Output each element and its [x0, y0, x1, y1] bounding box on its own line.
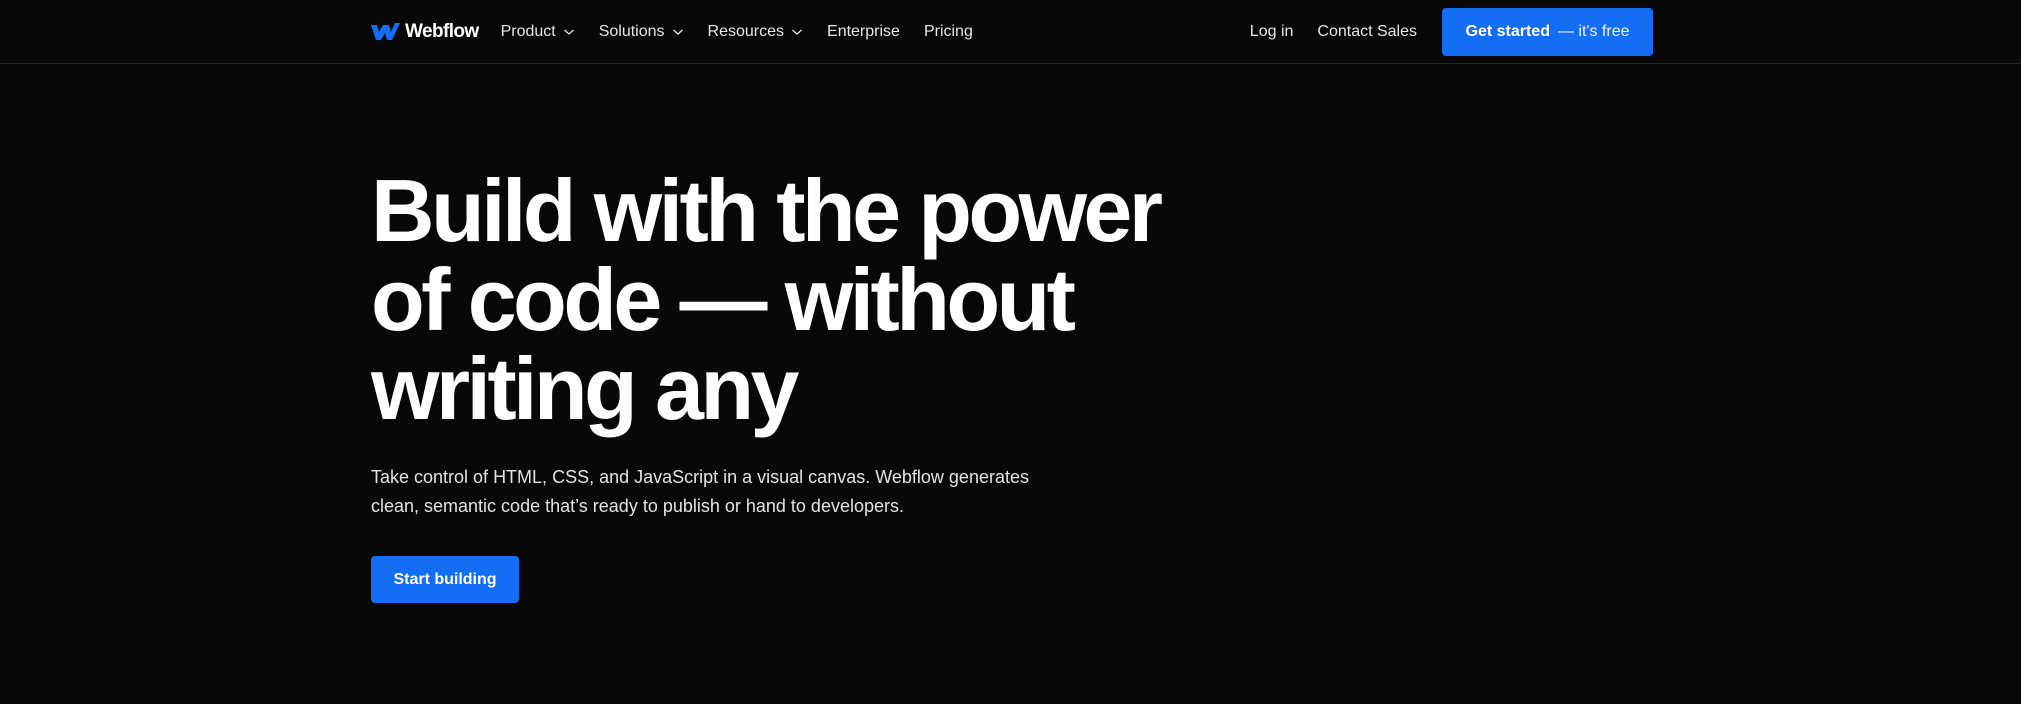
chevron-down-icon [563, 29, 574, 35]
nav-item-pricing[interactable]: Pricing [924, 23, 973, 41]
start-building-button[interactable]: Start building [371, 556, 519, 603]
logo-wordmark: Webflow [405, 20, 479, 42]
nav-item-solutions[interactable]: Solutions [599, 23, 684, 41]
its-free-label: — it's free [1557, 22, 1630, 40]
contact-sales-link[interactable]: Contact Sales [1317, 23, 1417, 41]
login-link[interactable]: Log in [1250, 23, 1294, 41]
nav-item-label: Solutions [598, 22, 665, 40]
nav-item-label: Product [500, 22, 556, 40]
hero-title-line: writing any [371, 339, 800, 438]
nav-item-enterprise[interactable]: Enterprise [827, 23, 900, 41]
get-started-button[interactable]: Get started — it's free [1442, 7, 1653, 56]
hero-subtitle: Take control of HTML, CSS, and JavaScrip… [371, 467, 1029, 516]
nav-container: Webflow Product Solutions Resources Ente… [371, 0, 1653, 63]
chevron-down-icon [672, 29, 683, 35]
chevron-down-icon [792, 29, 802, 35]
nav-item-label: Enterprise [827, 22, 900, 40]
hero-title: Build with the power of code — without w… [371, 166, 1271, 433]
nav-item-resources[interactable]: Resources [708, 23, 803, 41]
hero-section: Build with the power of code — without w… [371, 166, 1271, 603]
nav-right-group: Log in Contact Sales Get started — it's … [1250, 0, 1653, 63]
nav-item-product[interactable]: Product [501, 23, 575, 41]
webflow-w-logo-icon [371, 22, 400, 41]
hero-title-line: of code — without [371, 250, 1076, 349]
nav-item-label: Pricing [923, 22, 973, 40]
webflow-logo-link[interactable]: Webflow [371, 21, 479, 43]
hero-title-line: Build with the power [371, 161, 1163, 260]
top-navigation-bar: Webflow Product Solutions Resources Ente… [0, 0, 2021, 64]
get-started-label: Get started [1465, 22, 1550, 40]
nav-item-label: Resources [707, 22, 785, 40]
nav-left-group: Webflow Product Solutions Resources Ente… [371, 0, 997, 63]
